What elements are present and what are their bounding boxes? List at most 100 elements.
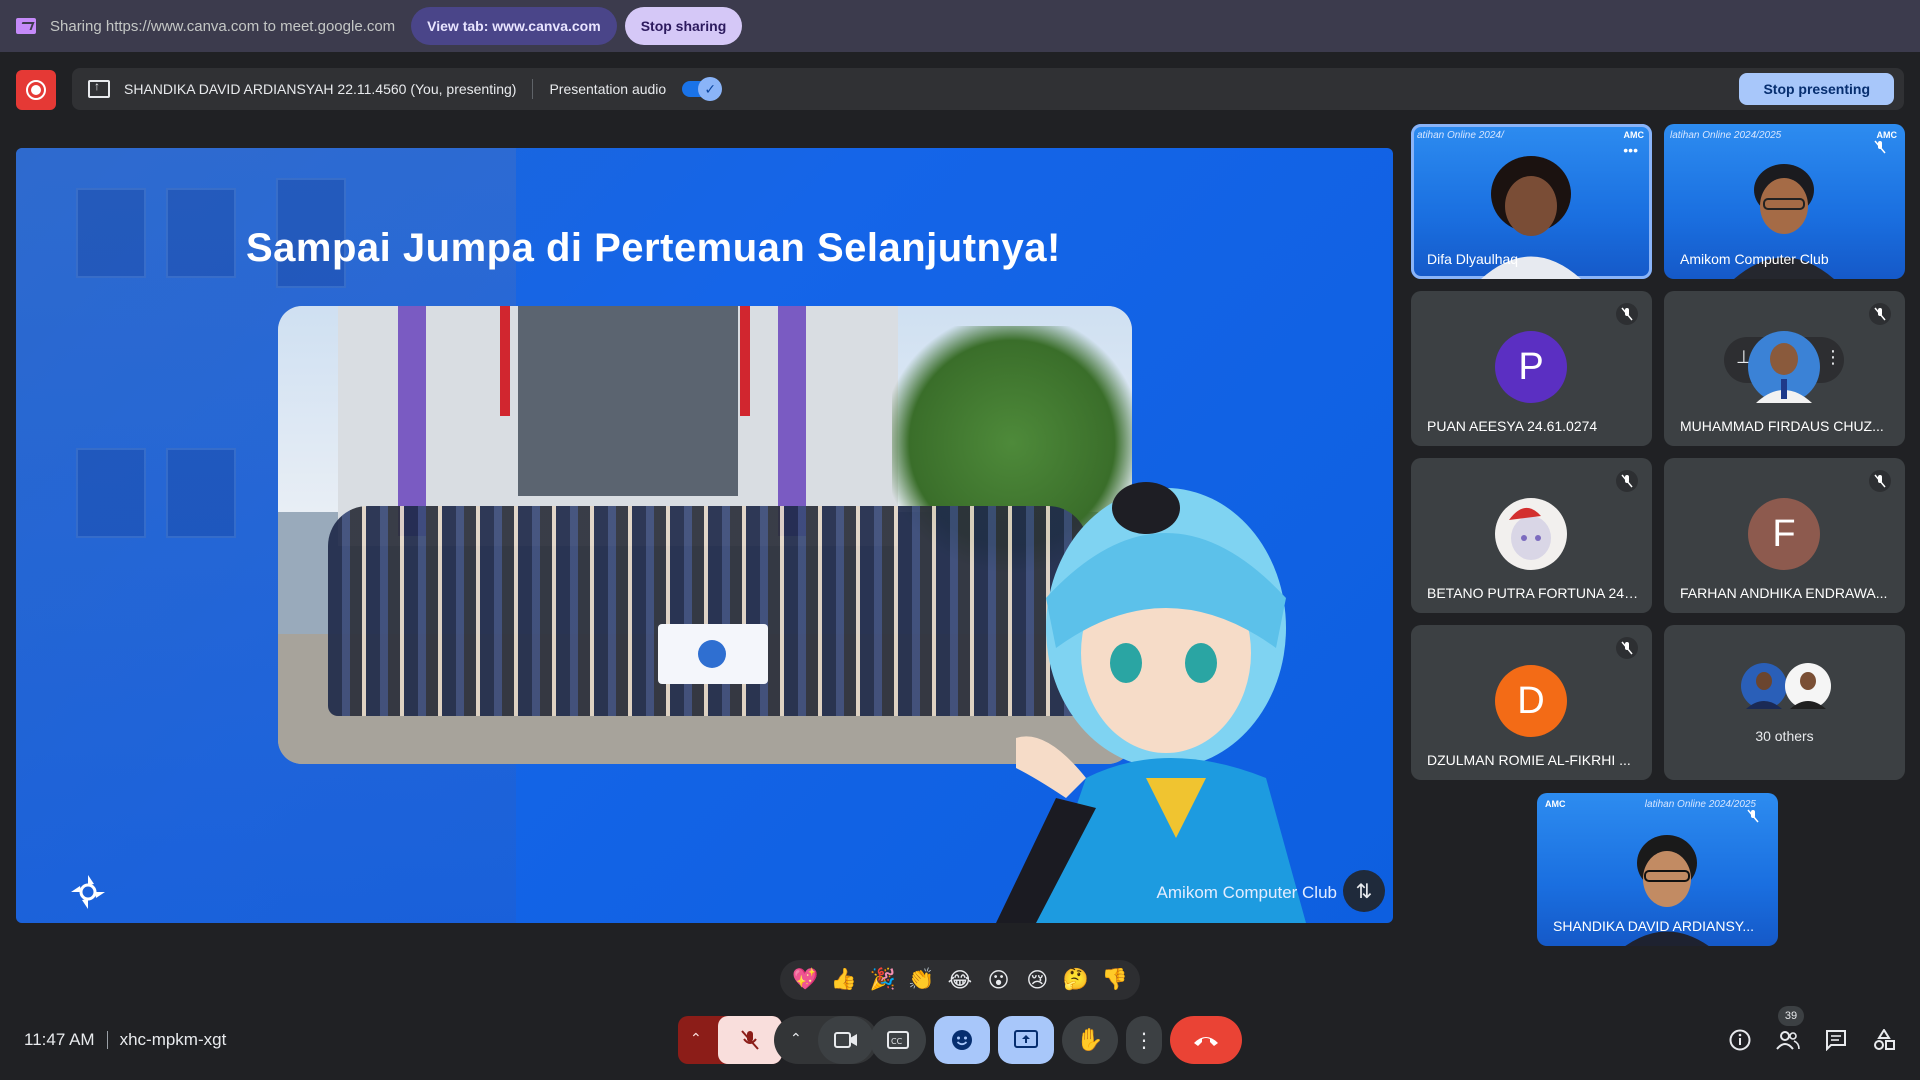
participant-name: MUHAMMAD FIRDAUS CHUZ... — [1680, 418, 1884, 434]
participant-tile[interactable]: P PUAN AEESYA 24.61.0274 — [1411, 291, 1652, 446]
mic-off-icon — [1616, 637, 1638, 659]
participant-name: Difa Dlyaulhaq — [1427, 251, 1519, 267]
others-tile[interactable]: 30 others — [1664, 625, 1905, 780]
presenting-bar: SHANDIKA DAVID ARDIANSYAH 22.11.4560 (Yo… — [72, 68, 1904, 110]
background-window — [166, 188, 236, 278]
camera-toggle-button[interactable] — [818, 1016, 874, 1064]
participant-name: DZULMAN ROMIE AL-FIKRHI ... — [1427, 752, 1631, 768]
divider — [106, 1031, 108, 1049]
activities-button[interactable] — [1864, 1020, 1904, 1060]
more-options-button[interactable]: ⋮ — [1126, 1016, 1162, 1064]
reaction-heart[interactable]: 💖 — [788, 968, 822, 992]
sharing-bar: Sharing https://www.canva.com to meet.go… — [0, 0, 1920, 52]
avatar: F — [1748, 498, 1820, 570]
leave-call-button[interactable] — [1170, 1016, 1242, 1064]
chat-icon — [1826, 1030, 1846, 1051]
presenter-name: SHANDIKA DAVID ARDIANSYAH 22.11.4560 (Yo… — [124, 81, 517, 97]
divider — [532, 79, 534, 99]
participant-tile[interactable]: F FARHAN ANDHIKA ENDRAWA... — [1664, 458, 1905, 613]
background-window — [166, 448, 236, 538]
participant-name: SHANDIKA DAVID ARDIANSY... — [1553, 918, 1754, 934]
participant-tile[interactable]: latihan Online 2024/2025 AMC Amikom Comp… — [1664, 124, 1905, 279]
emoji-icon — [952, 1030, 972, 1050]
end-call-icon — [1194, 1037, 1218, 1046]
reaction-laugh[interactable]: 😂 — [943, 968, 977, 993]
mic-off-icon — [1742, 805, 1764, 827]
reaction-party[interactable]: 🎉 — [866, 968, 900, 992]
present-screen-button[interactable] — [998, 1016, 1054, 1064]
mic-off-icon — [1869, 136, 1891, 158]
mic-toggle-button[interactable] — [718, 1016, 782, 1064]
participant-tile[interactable]: D DZULMAN ROMIE AL-FIKRHI ... — [1411, 625, 1652, 780]
video-options-chevron-icon[interactable]: ⌃ — [790, 1030, 802, 1047]
mic-off-icon — [1616, 470, 1638, 492]
others-avatars — [1741, 663, 1831, 709]
microphone-control: ⌃ — [678, 1016, 782, 1064]
activities-icon — [1874, 1029, 1895, 1050]
more-options-icon[interactable]: ⋮ — [1824, 347, 1842, 368]
swap-arrows-icon: ⇅ — [1355, 880, 1373, 903]
reactions-button[interactable] — [934, 1016, 990, 1064]
captions-button[interactable]: CC — [870, 1016, 926, 1064]
participant-tile[interactable]: atihan Online 2024/ AMC ••• Difa Dlyaulh… — [1411, 124, 1652, 279]
avatar: D — [1495, 665, 1567, 737]
stop-presenting-button[interactable]: Stop presenting — [1739, 73, 1894, 105]
svg-text:CC: CC — [891, 1037, 903, 1046]
swap-layout-button[interactable]: ⇅ — [1343, 870, 1385, 912]
participant-name: PUAN AEESYA 24.61.0274 — [1427, 418, 1598, 434]
reaction-sad[interactable]: 😢 — [1020, 968, 1054, 993]
meeting-code[interactable]: xhc-mpkm-xgt — [120, 1030, 227, 1050]
reaction-thumbs-down[interactable]: 👎 — [1098, 968, 1132, 992]
camera-control: ⌃ — [774, 1016, 878, 1064]
mic-off-icon — [741, 1030, 759, 1050]
record-icon — [26, 80, 46, 100]
avatar: P — [1495, 331, 1567, 403]
mic-off-icon — [1616, 303, 1638, 325]
slide-title: Sampai Jumpa di Pertemuan Selanjutnya! — [246, 226, 1061, 270]
reaction-surprised[interactable]: 😮 — [982, 968, 1016, 993]
screen-share-icon — [16, 18, 36, 34]
participant-name: BETANO PUTRA FORTUNA 24.... — [1427, 585, 1639, 601]
captions-icon: CC — [887, 1031, 909, 1049]
self-view-tile[interactable]: AMC latihan Online 2024/2025 SHANDIKA DA… — [1537, 793, 1778, 946]
club-logo-icon — [71, 875, 105, 909]
sharing-status-text: Sharing https://www.canva.com to meet.go… — [50, 17, 396, 35]
slide-footer-text: Amikom Computer Club — [1156, 883, 1337, 902]
meeting-details-button[interactable] — [1720, 1020, 1760, 1060]
chat-button[interactable] — [1816, 1020, 1856, 1060]
reaction-clap[interactable]: 👏 — [904, 968, 938, 992]
participant-name: Amikom Computer Club — [1680, 251, 1829, 267]
more-options-icon[interactable]: ••• — [1623, 142, 1638, 158]
meeting-info: 11:47 AM xhc-mpkm-xgt — [24, 1030, 226, 1050]
presentation-audio-toggle[interactable]: ✓ — [682, 77, 723, 101]
reaction-thinking[interactable]: 🤔 — [1059, 968, 1093, 992]
participant-tile[interactable]: ⊥ ⋮ MUHAMMAD FIRDAUS CHUZ... — [1664, 291, 1905, 446]
audio-options-chevron-icon[interactable]: ⌃ — [690, 1030, 702, 1047]
avatar — [1748, 331, 1820, 403]
shared-slide: Sampai Jumpa di Pertemuan Selanjutnya! A… — [16, 148, 1393, 923]
participant-count-badge: 39 — [1778, 1006, 1804, 1026]
raise-hand-button[interactable]: ✋ — [1062, 1016, 1118, 1064]
raise-hand-icon: ✋ — [1076, 1027, 1104, 1052]
background-window — [76, 188, 146, 278]
recording-button[interactable] — [16, 70, 56, 110]
video-camera-icon — [834, 1032, 857, 1048]
participant-tile[interactable]: BETANO PUTRA FORTUNA 24.... — [1411, 458, 1652, 613]
reactions-bar: 💖 👍 🎉 👏 😂 😮 😢 🤔 👎 — [780, 960, 1140, 1000]
stop-sharing-button[interactable]: Stop sharing — [624, 7, 743, 45]
clock-time: 11:47 AM — [24, 1030, 95, 1049]
present-screen-icon — [1014, 1030, 1038, 1048]
participant-name: FARHAN ANDHIKA ENDRAWA... — [1680, 585, 1888, 601]
others-count-label: 30 others — [1755, 728, 1814, 744]
check-icon: ✓ — [698, 77, 723, 101]
presentation-audio-label: Presentation audio — [549, 81, 667, 97]
mic-off-icon — [1869, 303, 1891, 325]
people-button[interactable] — [1768, 1020, 1808, 1060]
present-screen-icon — [88, 79, 110, 98]
info-icon — [1729, 1029, 1751, 1051]
mascot-character — [996, 482, 1306, 923]
view-tab-button[interactable]: View tab: www.canva.com — [411, 7, 617, 45]
mic-off-icon — [1869, 470, 1891, 492]
reaction-thumbs-up[interactable]: 👍 — [827, 968, 861, 992]
background-window — [76, 448, 146, 538]
